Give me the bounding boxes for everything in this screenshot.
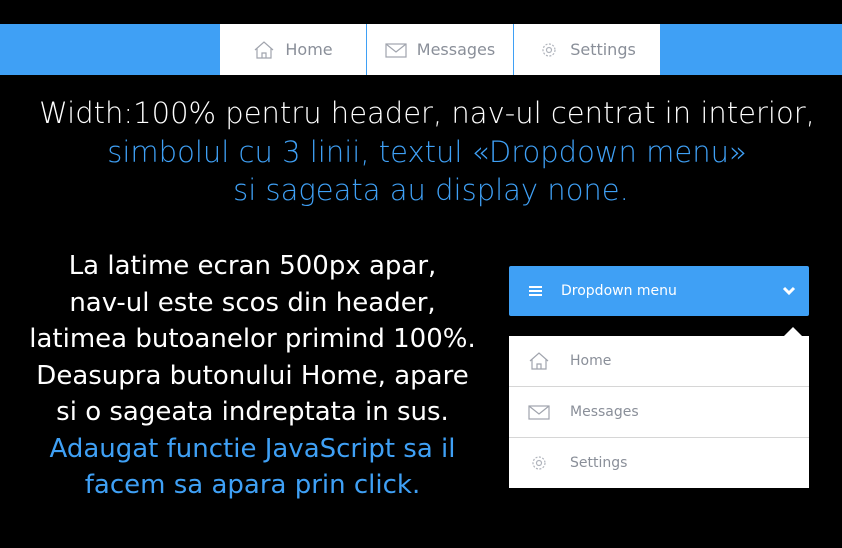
home-icon [254,40,274,59]
dropdown-item-settings[interactable]: Settings [509,438,809,488]
left-line-blue: facem sa apara prin click. [84,470,421,500]
nav: Home Messages Settings [220,24,660,75]
dropdown-toggle[interactable]: Dropdown menu [509,266,809,316]
envelope-icon [385,42,407,58]
left-line: si o sageata indreptata in sus. [56,397,449,427]
dropdown-list: Home Messages Settings [509,336,809,488]
header-bar: Home Messages Settings [0,24,842,75]
desc-line-3: si sageata au display none. [233,173,629,207]
dropdown-item-label: Settings [570,455,628,471]
nav-settings-label: Settings [570,40,636,59]
desc-line-2: simbolul cu 3 linii, textul «Dropdown me… [107,135,747,169]
left-line: nav-ul este scos din header, [69,287,436,318]
hamburger-icon [529,286,542,296]
arrow-up-indicator [784,327,802,336]
chevron-down-icon [782,286,796,296]
gear-icon [542,42,556,57]
dropdown-item-home[interactable]: Home [509,336,809,387]
dropdown-item-label: Messages [570,404,639,420]
desc-line-1: Width:100% pentru header, nav-ul centrat… [39,96,815,130]
nav-home-label: Home [285,40,333,59]
gear-icon [532,456,546,470]
left-line: Deasupra butonului Home, apare [36,360,469,391]
dropdown-item-messages[interactable]: Messages [509,387,809,438]
nav-messages-label: Messages [416,40,496,59]
left-line: La latime ecran 500px apar, [68,251,437,281]
dropdown-label: Dropdown menu [561,283,677,299]
home-icon [529,352,549,370]
left-description: La latime ecran 500px apar, nav-ul este … [10,248,495,504]
dropdown-item-label: Home [570,353,612,369]
nav-settings[interactable]: Settings [513,24,660,75]
envelope-icon [528,405,550,420]
nav-messages[interactable]: Messages [366,24,513,75]
left-line-blue: Adaugat functie JavaScript sa il [49,433,456,464]
nav-home[interactable]: Home [220,24,366,75]
left-line: latimea butoanelor primind 100%. [29,324,476,354]
